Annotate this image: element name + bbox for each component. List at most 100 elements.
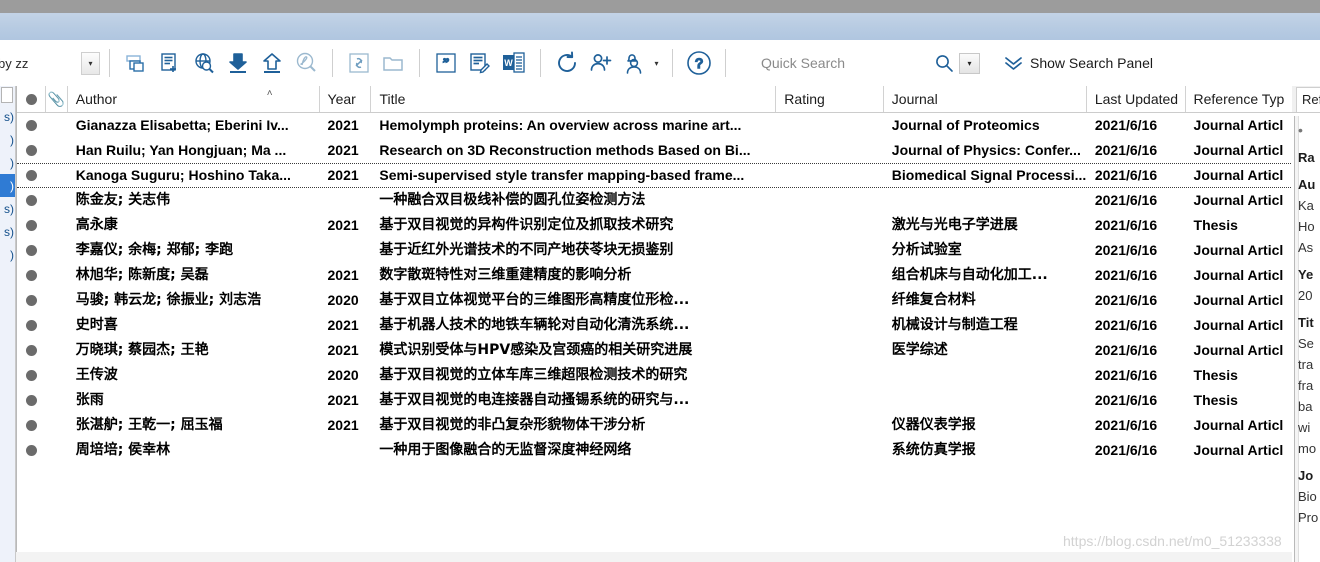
preview-field-value: Ho (1298, 219, 1315, 234)
search-icon[interactable] (931, 53, 957, 73)
horizontal-scrollbar[interactable] (16, 552, 1292, 562)
table-row[interactable]: Kanoga Suguru; Hoshino Taka... 2021 Semi-s… (17, 163, 1293, 188)
row-read-status[interactable] (17, 263, 46, 288)
group-item[interactable]: ) (0, 174, 15, 197)
row-read-status[interactable] (17, 213, 46, 238)
row-read-status[interactable] (17, 113, 46, 138)
table-row[interactable]: 马骏; 韩云龙; 徐振业; 刘志浩 2020 基于双目立体视觉平台的三维图形高精度位… (17, 288, 1293, 313)
table-row[interactable]: 张雨 2021 基于双目视觉的电连接器自动搔锡系统的研究与... 2021/6/16 T… (17, 388, 1293, 413)
preview-field-list: • Ra Au Ka Ho As Ye 20 Tit Se tra fra ba wi mo Jo Bio Pro (1298, 120, 1320, 528)
column-header-author[interactable]: Author ˄ (68, 86, 320, 112)
cite-while-you-write-word-icon[interactable]: W (498, 47, 530, 79)
row-attachment[interactable] (46, 138, 67, 163)
format-bibliography-icon[interactable] (464, 47, 496, 79)
chevron-down-icon[interactable]: ▾ (650, 48, 663, 78)
group-item[interactable]: ) (0, 128, 15, 151)
chevron-down-icon[interactable]: ▾ (81, 51, 100, 75)
row-attachment[interactable] (46, 113, 67, 138)
column-header-year[interactable]: Year (320, 86, 372, 112)
insert-citation-icon[interactable]: ” (430, 47, 462, 79)
row-read-status[interactable] (17, 413, 46, 438)
column-header-clip[interactable]: 📎 (46, 86, 68, 112)
table-row[interactable]: 张湛舮; 王乾一; 屈玉福 2021 基于双目视觉的非凸复杂形貌物体干涉分析 仪器仪表… (17, 413, 1293, 438)
table-row[interactable]: 高永康 2021 基于双目视觉的异构件识别定位及抓取技术研究 激光与光电子学进展 202… (17, 213, 1293, 238)
activity-feed-icon[interactable] (619, 47, 651, 79)
new-reference-icon[interactable] (154, 47, 186, 79)
cell-journal: 医学综述 (891, 342, 948, 358)
row-read-status[interactable] (17, 338, 46, 363)
cell-author: Han Ruilu; Yan Hongjuan; Ma ... (75, 142, 287, 158)
group-item[interactable]: ) (0, 243, 15, 266)
share-library-icon[interactable] (585, 47, 617, 79)
show-search-panel-button[interactable]: Show Search Panel (1004, 55, 1153, 71)
cell-rating (776, 338, 883, 363)
row-read-status[interactable] (17, 138, 46, 163)
cell-journal (884, 363, 1087, 388)
table-row[interactable]: 万晓琪; 蔡园杰; 王艳 2021 模式识别受体与HPV感染及宫颈癌的相关研究进展 医… (17, 338, 1293, 363)
cell-updated: 2021/6/16 (1094, 317, 1158, 333)
row-attachment[interactable] (46, 263, 67, 288)
row-read-status[interactable] (17, 438, 46, 463)
tab-reference[interactable]: Ref (1296, 86, 1320, 112)
table-row[interactable]: 周培培; 侯幸林 一种用于图像融合的无监督深度神经网络 系统仿真学报 2021/6/1… (17, 438, 1293, 463)
row-attachment[interactable] (46, 338, 67, 363)
unread-dot-icon (26, 270, 38, 281)
cell-reftype: Journal Articl (1193, 317, 1284, 333)
row-attachment[interactable] (46, 238, 67, 263)
row-read-status[interactable] (17, 163, 46, 188)
unread-dot-icon (26, 120, 38, 131)
column-header-reftype[interactable]: Reference Typ (1186, 86, 1293, 112)
open-link-icon[interactable] (343, 47, 375, 79)
quick-search-input[interactable]: Quick Search (761, 55, 931, 71)
row-attachment[interactable] (46, 188, 67, 213)
row-attachment[interactable] (46, 388, 67, 413)
row-attachment[interactable] (46, 313, 67, 338)
row-attachment[interactable] (46, 213, 67, 238)
row-read-status[interactable] (17, 238, 46, 263)
row-read-status[interactable] (17, 288, 46, 313)
group-item[interactable]: s) (0, 197, 15, 220)
import-icon[interactable] (222, 47, 254, 79)
row-attachment[interactable] (46, 438, 67, 463)
row-attachment[interactable] (46, 288, 67, 313)
copy-references-icon[interactable] (120, 47, 152, 79)
unread-dot-icon (26, 170, 38, 181)
sync-icon[interactable] (551, 47, 583, 79)
column-header-rating[interactable]: Rating (776, 86, 884, 112)
help-icon[interactable]: ? (683, 47, 715, 79)
column-header-dot[interactable] (17, 86, 47, 112)
table-row[interactable]: Han Ruilu; Yan Hongjuan; Ma ... 2021 Resea… (17, 138, 1293, 163)
group-item[interactable]: s) (0, 105, 15, 128)
row-read-status[interactable] (17, 313, 46, 338)
row-attachment[interactable] (46, 363, 67, 388)
preview-field-value: Pro (1298, 510, 1319, 525)
column-header-label: Title (379, 91, 406, 107)
toolbar-separator-1 (109, 49, 110, 77)
cell-rating (776, 363, 883, 388)
group-item[interactable]: s) (0, 220, 15, 243)
column-header-journal[interactable]: Journal (884, 86, 1087, 112)
row-attachment[interactable] (46, 163, 67, 188)
row-read-status[interactable] (17, 388, 46, 413)
online-search-icon[interactable] (188, 47, 220, 79)
table-row[interactable]: 陈金友; 关志伟 一种融合双目极线补偿的圆孔位姿检测方法 2021/6/16 Jour… (17, 188, 1293, 213)
export-icon[interactable] (256, 47, 288, 79)
table-row[interactable]: 王传波 2020 基于双目视觉的立体车库三维超限检测技术的研究 2021/6/16 Th… (17, 363, 1293, 388)
cell-updated: 2021/6/16 (1094, 367, 1158, 383)
column-header-title[interactable]: Title (371, 86, 777, 112)
open-file-icon[interactable] (377, 47, 409, 79)
table-row[interactable]: 李嘉仪; 余梅; 郑郁; 李跑 基于近红外光谱技术的不同产地茯苓块无损鉴别 分析试验… (17, 238, 1293, 263)
cell-title: 模式识别受体与HPV感染及宫颈癌的相关研究进展 (379, 342, 693, 358)
table-row[interactable]: 林旭华; 陈新度; 吴磊 2021 数字散斑特性对三维重建精度的影响分析 组合机床与自… (17, 263, 1293, 288)
column-header-updated[interactable]: Last Updated (1087, 86, 1186, 112)
table-row[interactable]: 史时喜 2021 基于机器人技术的地铁车辆轮对自动化清洗系统... 机械设计与制造工程… (17, 313, 1293, 338)
group-item[interactable]: ) (0, 151, 15, 174)
row-read-status[interactable] (17, 363, 46, 388)
table-row[interactable]: Gianazza Elisabetta; Eberini Iv... 2021 He… (17, 113, 1293, 138)
search-options-chevron-down-icon[interactable]: ▾ (959, 52, 980, 74)
groups-pane-clipped[interactable]: s)))) s) s)) (0, 86, 16, 562)
find-full-text-pdf-icon[interactable] (290, 47, 322, 79)
row-read-status[interactable] (17, 188, 46, 213)
row-attachment[interactable] (46, 413, 67, 438)
output-style-selector[interactable]: by zz ▾ (0, 51, 100, 75)
